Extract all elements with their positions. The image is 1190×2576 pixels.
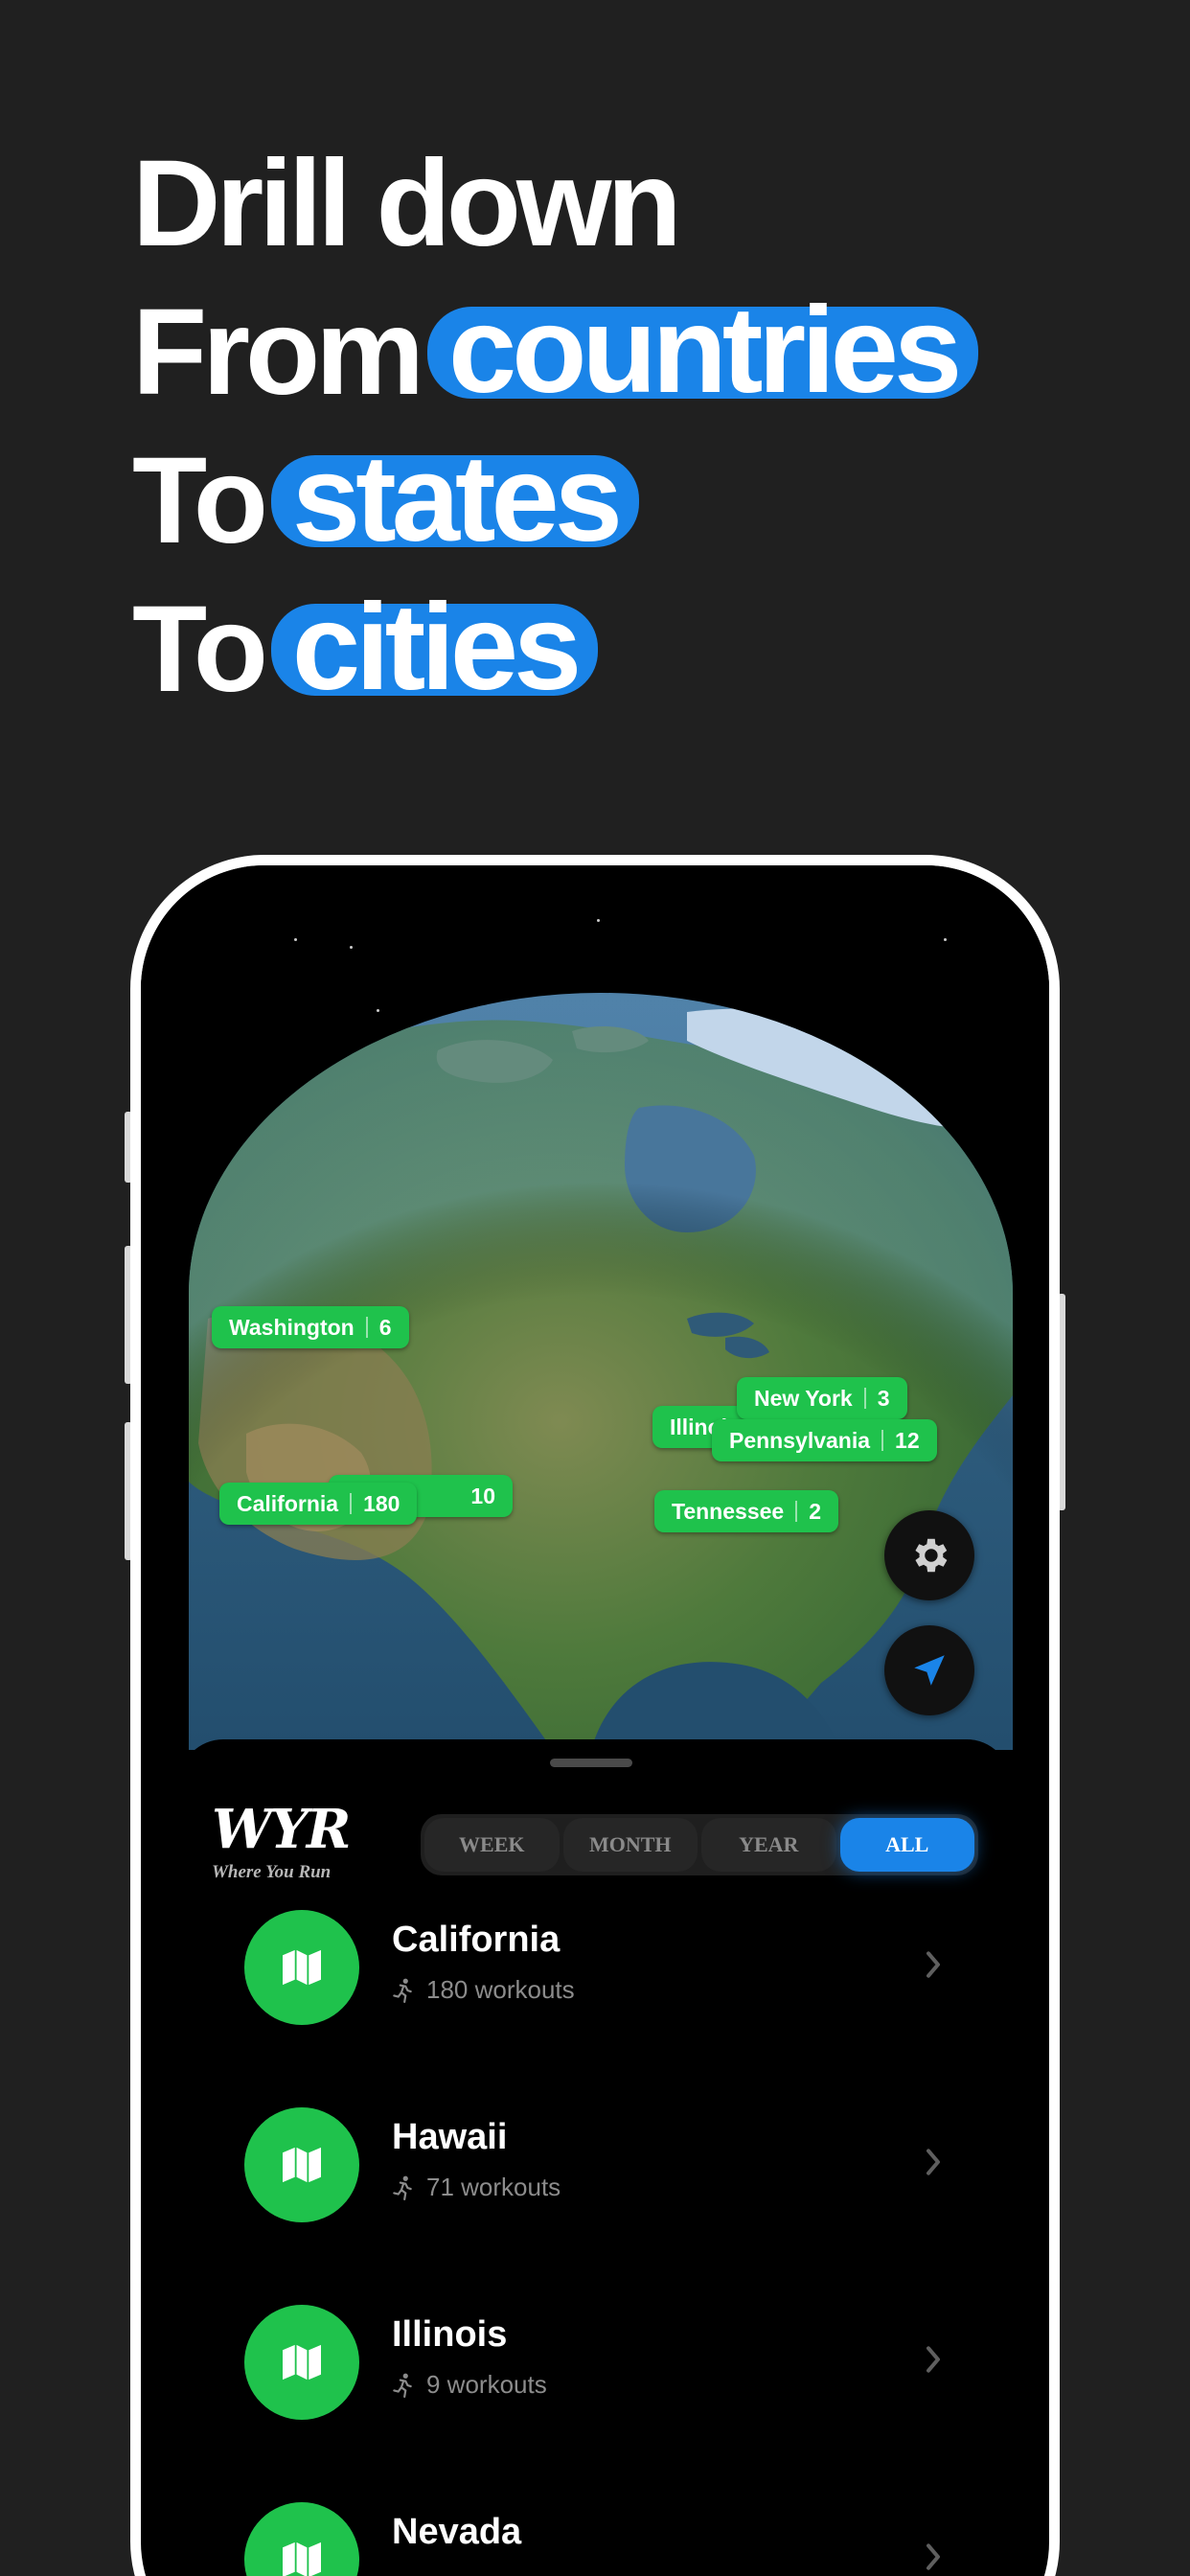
chevron-right-icon xyxy=(927,2346,940,2373)
map-tag-name: California xyxy=(237,1490,339,1516)
filter-month[interactable]: MONTH xyxy=(562,1818,698,1872)
map-tag-count: 3 xyxy=(877,1385,890,1411)
gear-icon xyxy=(915,1538,948,1573)
state-badge xyxy=(244,2107,359,2222)
map-tag-pennsylvania[interactable]: Pennsylvania 12 xyxy=(712,1419,937,1461)
filter-year[interactable]: YEAR xyxy=(701,1818,836,1872)
map-tag-new-york[interactable]: New York 3 xyxy=(737,1377,907,1419)
chevron-right-icon xyxy=(927,2149,940,2175)
list-item[interactable]: California 180 workouts xyxy=(179,1910,1011,2102)
globe-map[interactable]: Washington 6 Illinois New York 3 Pennsyl… xyxy=(141,865,1049,1750)
map-tag-name: New York xyxy=(754,1385,853,1411)
list-item[interactable]: Hawaii 71 workouts xyxy=(179,2107,1011,2299)
map-tag-washington[interactable]: Washington 6 xyxy=(212,1306,409,1348)
map-tag-name: Pennsylvania xyxy=(729,1427,871,1453)
runner-icon xyxy=(393,2373,412,2398)
state-badge xyxy=(244,1910,359,2025)
list-item-title: California xyxy=(392,1920,561,1960)
star xyxy=(597,919,600,922)
map-icon xyxy=(283,2542,321,2576)
map-icon xyxy=(283,1949,321,1986)
runner-icon xyxy=(393,1978,412,2003)
headline-text: From xyxy=(132,283,424,421)
map-tag-count: 2 xyxy=(809,1498,821,1524)
chevron-right-icon xyxy=(927,1951,940,1978)
map-tag-count: 10 xyxy=(470,1483,495,1508)
state-badge xyxy=(244,2502,359,2576)
star xyxy=(350,946,353,949)
headline-text: To xyxy=(132,431,268,569)
list-item-subtitle: 9 workouts xyxy=(392,2370,547,2400)
map-tag-name: Washington xyxy=(229,1314,355,1340)
map-icon xyxy=(283,2147,321,2183)
map-tag-count: 180 xyxy=(363,1490,400,1516)
headline-line-2: From countries xyxy=(132,278,979,426)
map-tag-california[interactable]: California 180 xyxy=(219,1483,418,1525)
earth-globe-graphic xyxy=(189,993,1013,1750)
list-item-title: Nevada xyxy=(392,2512,522,2552)
map-tag-count: 12 xyxy=(895,1427,920,1453)
bottom-sheet[interactable]: WYR Where You Run WEEK MONTH YEAR ALL Ca… xyxy=(179,1739,1011,2576)
star xyxy=(944,938,947,941)
map-tag-count: 6 xyxy=(378,1314,392,1340)
location-button[interactable] xyxy=(884,1625,974,1715)
time-filter: WEEK MONTH YEAR ALL xyxy=(421,1814,978,1875)
map-tag-separator xyxy=(863,1388,866,1409)
map-tag-name: Tennessee xyxy=(672,1498,785,1524)
star xyxy=(377,1009,379,1012)
headline-line-1: Drill down xyxy=(132,129,978,278)
app-logo: WYR Where You Run xyxy=(212,1798,351,1883)
headline-highlight: countries xyxy=(427,288,979,411)
headline-highlight: cities xyxy=(270,586,599,708)
map-icon xyxy=(283,2344,321,2380)
workout-count: 180 workouts xyxy=(426,1975,575,2004)
map-tag-tennessee[interactable]: Tennessee 2 xyxy=(654,1490,838,1532)
logo-wordmark: WYR xyxy=(212,1798,351,1861)
list-item-subtitle: 71 workouts xyxy=(392,2173,561,2202)
headline-text: To xyxy=(132,580,268,718)
headline-line-3: To states xyxy=(132,426,978,575)
chevron-right-icon xyxy=(927,2543,940,2570)
list-item[interactable]: Illinois 9 workouts xyxy=(179,2305,1011,2496)
logo-subtitle: Where You Run xyxy=(212,1862,332,1882)
workout-count: 9 workouts xyxy=(426,2370,547,2399)
headline-text: Drill down xyxy=(132,134,682,272)
location-arrow-icon xyxy=(914,1655,945,1686)
filter-week[interactable]: WEEK xyxy=(424,1818,560,1872)
map-tag-separator xyxy=(365,1317,368,1338)
map-tag-separator xyxy=(795,1501,798,1522)
state-badge xyxy=(244,2305,359,2420)
map-tag-separator xyxy=(350,1493,353,1514)
workout-count: 71 workouts xyxy=(426,2173,561,2201)
earth-globe[interactable] xyxy=(189,993,1013,1750)
sheet-grabber[interactable] xyxy=(550,1759,632,1767)
headline-highlight: states xyxy=(270,437,639,560)
filter-all[interactable]: ALL xyxy=(839,1818,974,1872)
headline: Drill down From countries To states To c… xyxy=(132,129,979,724)
list-item-title: Hawaii xyxy=(392,2117,508,2157)
list-item[interactable]: Nevada xyxy=(179,2502,1011,2576)
map-tag-separator xyxy=(881,1430,884,1451)
runner-icon xyxy=(393,2175,412,2200)
list-item-subtitle: 180 workouts xyxy=(392,1975,575,2005)
headline-line-4: To cities xyxy=(132,575,978,724)
list-item-title: Illinois xyxy=(392,2314,508,2355)
settings-button[interactable] xyxy=(884,1510,974,1600)
star xyxy=(294,938,297,941)
phone-frame: Washington 6 Illinois New York 3 Pennsyl… xyxy=(130,855,1060,2576)
